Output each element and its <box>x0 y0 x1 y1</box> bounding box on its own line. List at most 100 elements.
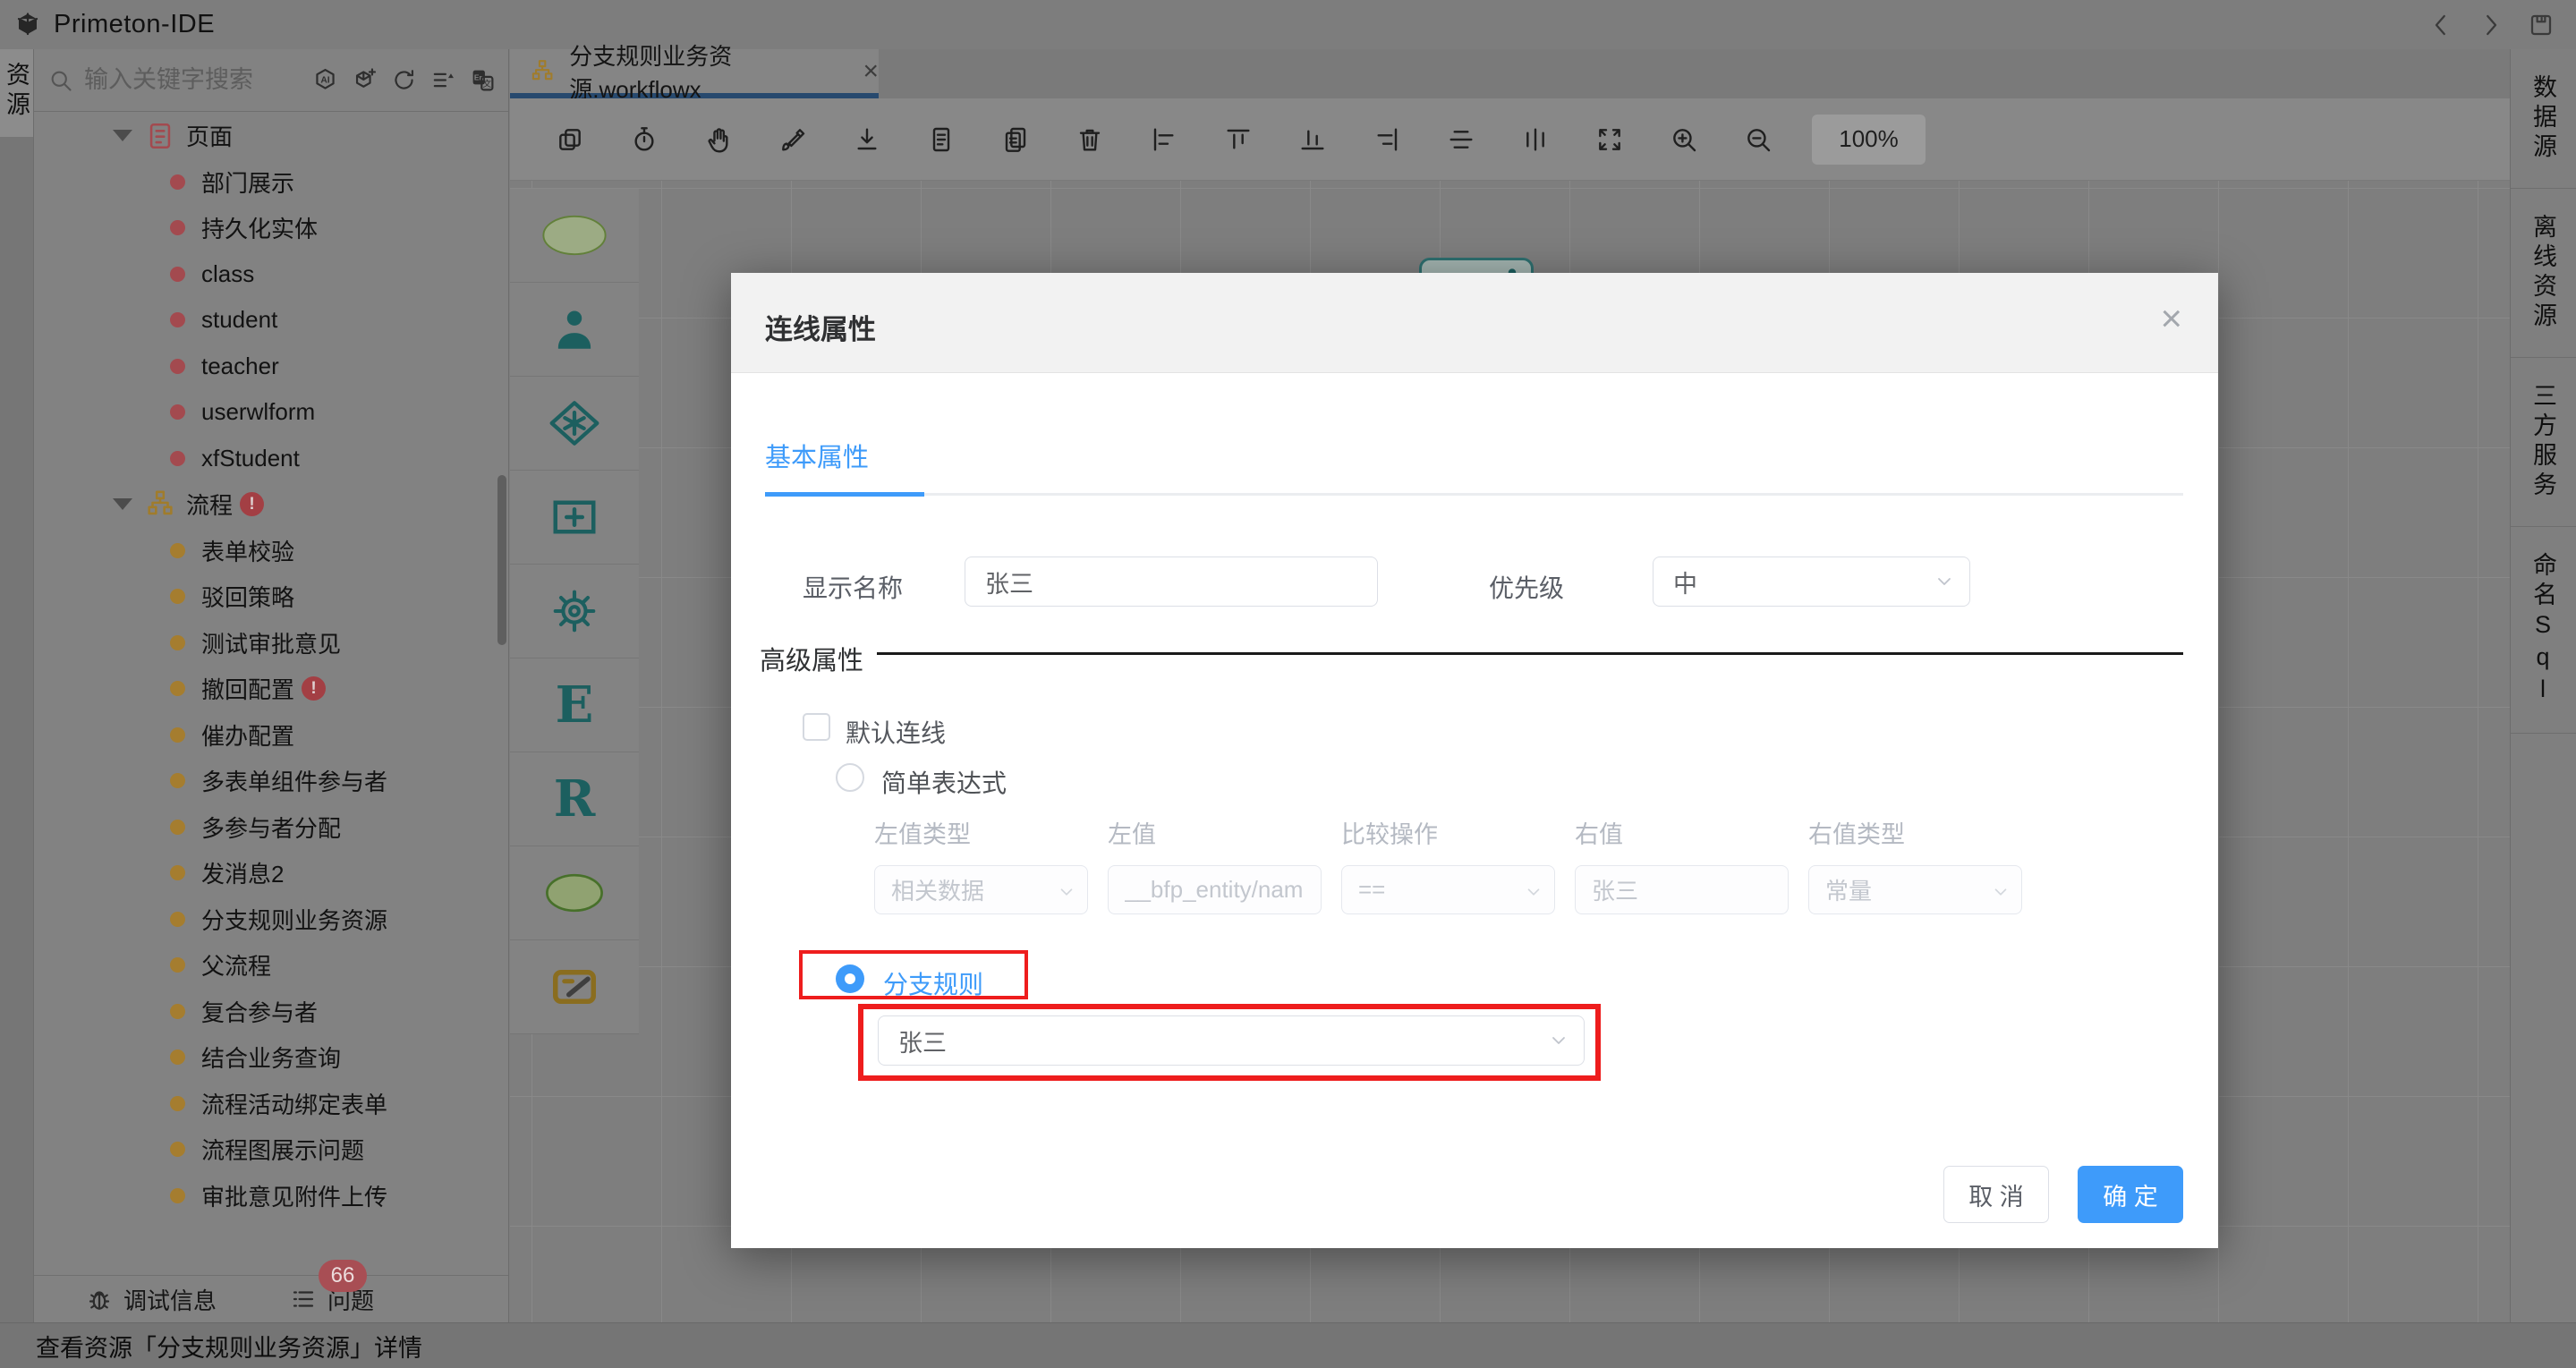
tree-scrollbar[interactable] <box>497 475 506 645</box>
tree-item[interactable]: 催办配置 <box>34 712 508 759</box>
rail-tab-0[interactable]: 数据源 <box>2511 49 2576 189</box>
priority-select[interactable]: 中 <box>1653 557 1970 607</box>
workflow-icon <box>145 489 175 520</box>
default-line-checkbox[interactable] <box>803 713 830 741</box>
display-name-value: 张三 <box>985 570 1033 598</box>
distribute-horizontal-icon[interactable] <box>1521 125 1550 154</box>
tree-item[interactable]: 结合业务查询 <box>34 1034 508 1081</box>
tree-item[interactable]: 多参与者分配 <box>34 804 508 851</box>
tree-item[interactable]: 持久化实体 <box>34 205 508 251</box>
tree-item[interactable]: 发消息2 <box>34 850 508 896</box>
connection-properties-dialog: 连线属性 × 基本属性 显示名称 张三 优先级 中 高级属性 默认连线 简单表达… <box>731 273 2218 1248</box>
tree-item[interactable]: class <box>34 251 508 298</box>
sort-list-icon[interactable] <box>430 67 456 93</box>
palette-start-node[interactable] <box>510 189 639 283</box>
palette-decision-node[interactable] <box>510 377 639 471</box>
tree-item[interactable]: 同表单父流程 <box>34 1219 508 1229</box>
tree-item[interactable]: userwlform <box>34 389 508 436</box>
tree-item-label: 部门展示 <box>201 169 295 197</box>
expression-field-label: 左值类型 <box>874 821 971 848</box>
cancel-button[interactable]: 取 消 <box>1943 1166 2049 1223</box>
timer-icon[interactable] <box>630 125 659 154</box>
palette-annotation-node[interactable] <box>510 940 639 1034</box>
debug-info-button[interactable]: 调试信息 <box>86 1283 217 1316</box>
tree-item[interactable]: 表单校验 <box>34 528 508 574</box>
tree-item[interactable]: 驳回策略 <box>34 574 508 620</box>
resource-dot <box>170 1095 185 1111</box>
dialog-close-icon[interactable]: × <box>2160 300 2182 337</box>
zoom-out-icon[interactable] <box>1744 125 1773 154</box>
tree-group-0[interactable]: 页面 <box>34 113 508 159</box>
translate-icon[interactable]: En 文 <box>470 67 496 93</box>
align-left-icon[interactable] <box>1150 125 1178 154</box>
caret-down-icon[interactable] <box>113 498 132 511</box>
format-brush-icon[interactable] <box>778 125 807 154</box>
tree-item[interactable]: 撤回配置! <box>34 666 508 712</box>
resource-dot <box>170 726 185 743</box>
resource-dot <box>170 174 185 190</box>
align-bottom-icon[interactable] <box>1298 125 1327 154</box>
document-copy-icon[interactable] <box>1001 125 1030 154</box>
zoom-in-icon[interactable] <box>1670 125 1698 154</box>
search-input[interactable] <box>84 66 312 94</box>
tree-item[interactable]: 复合参与者 <box>34 989 508 1035</box>
expression-field-label: 比较操作 <box>1341 821 1438 848</box>
palette-subprocess-node[interactable] <box>510 471 639 565</box>
tree-item[interactable]: 部门展示 <box>34 159 508 206</box>
expression-field-value: __bfp_entity/nam <box>1125 876 1304 903</box>
forward-chevron-icon[interactable] <box>2478 12 2504 38</box>
back-chevron-icon[interactable] <box>2427 12 2454 38</box>
palette-automation-node[interactable] <box>510 565 639 659</box>
new-resource-cube-icon[interactable] <box>352 67 378 93</box>
status-text: 查看资源「分支规则业务资源」详情 <box>36 1334 422 1362</box>
palette-participant-node[interactable] <box>510 283 639 377</box>
rail-tab-resources[interactable]: 资源 <box>0 49 33 137</box>
simple-expression-radio[interactable] <box>836 763 864 792</box>
tree-item[interactable]: 父流程 <box>34 942 508 989</box>
tree-item[interactable]: 审批意见附件上传 <box>34 1173 508 1219</box>
display-name-input[interactable]: 张三 <box>965 557 1378 607</box>
pan-hand-icon[interactable] <box>704 125 733 154</box>
tree-group-8[interactable]: 流程! <box>34 481 508 528</box>
window-actions <box>2427 0 2555 49</box>
delete-trash-icon[interactable] <box>1075 125 1104 154</box>
resource-dot <box>170 865 185 881</box>
tab-basic-properties[interactable]: 基本属性 <box>765 437 869 474</box>
tree-item-label: 结合业务查询 <box>201 1045 342 1073</box>
refresh-icon[interactable] <box>391 67 417 93</box>
ai-assistant-icon[interactable]: AI <box>312 67 338 93</box>
expression-select-disabled: 常量 <box>1808 865 2022 914</box>
tree-item-label: 撤回配置 <box>201 676 295 704</box>
tree-item[interactable]: student <box>34 297 508 344</box>
tree-item[interactable]: 测试审批意见 <box>34 620 508 667</box>
save-floppy-icon[interactable] <box>2528 12 2555 38</box>
tree-item[interactable]: 分支规则业务资源 <box>34 896 508 943</box>
annotation-box-radio <box>799 950 1028 999</box>
rail-tab-1[interactable]: 离线资源 <box>2511 189 2576 358</box>
zoom-level-indicator[interactable]: 100% <box>1812 114 1926 165</box>
rail-tab-2[interactable]: 三方服务 <box>2511 358 2576 527</box>
close-tab-icon[interactable]: × <box>863 57 879 85</box>
expression-field-value: 常量 <box>1825 878 1873 905</box>
tree-item[interactable]: teacher <box>34 344 508 390</box>
distribute-vertical-icon[interactable] <box>1447 125 1475 154</box>
align-right-icon[interactable] <box>1373 125 1401 154</box>
download-icon[interactable] <box>853 125 881 154</box>
align-top-icon[interactable] <box>1224 125 1253 154</box>
palette-letter-r-node[interactable]: R <box>510 752 639 846</box>
palette-end-node[interactable] <box>510 846 639 940</box>
fit-screen-icon[interactable] <box>1595 125 1624 154</box>
tree-item[interactable]: 流程图展示问题 <box>34 1126 508 1173</box>
ok-button[interactable]: 确 定 <box>2078 1166 2183 1223</box>
caret-down-icon[interactable] <box>113 130 132 142</box>
document-icon[interactable] <box>927 125 956 154</box>
tree-item[interactable]: 流程活动绑定表单 <box>34 1081 508 1127</box>
copy-icon[interactable] <box>556 125 584 154</box>
tree-item[interactable]: 多表单组件参与者 <box>34 758 508 804</box>
priority-value: 中 <box>1673 570 1697 598</box>
tree-item[interactable]: xfStudent <box>34 436 508 482</box>
rail-tab-3[interactable]: 命名Sql <box>2511 527 2576 734</box>
document-tab[interactable]: 分支规则业务资源.workflowx × <box>510 43 879 103</box>
palette-letter-e-node[interactable]: E <box>510 659 639 752</box>
tree-item-label: 多表单组件参与者 <box>201 769 388 796</box>
